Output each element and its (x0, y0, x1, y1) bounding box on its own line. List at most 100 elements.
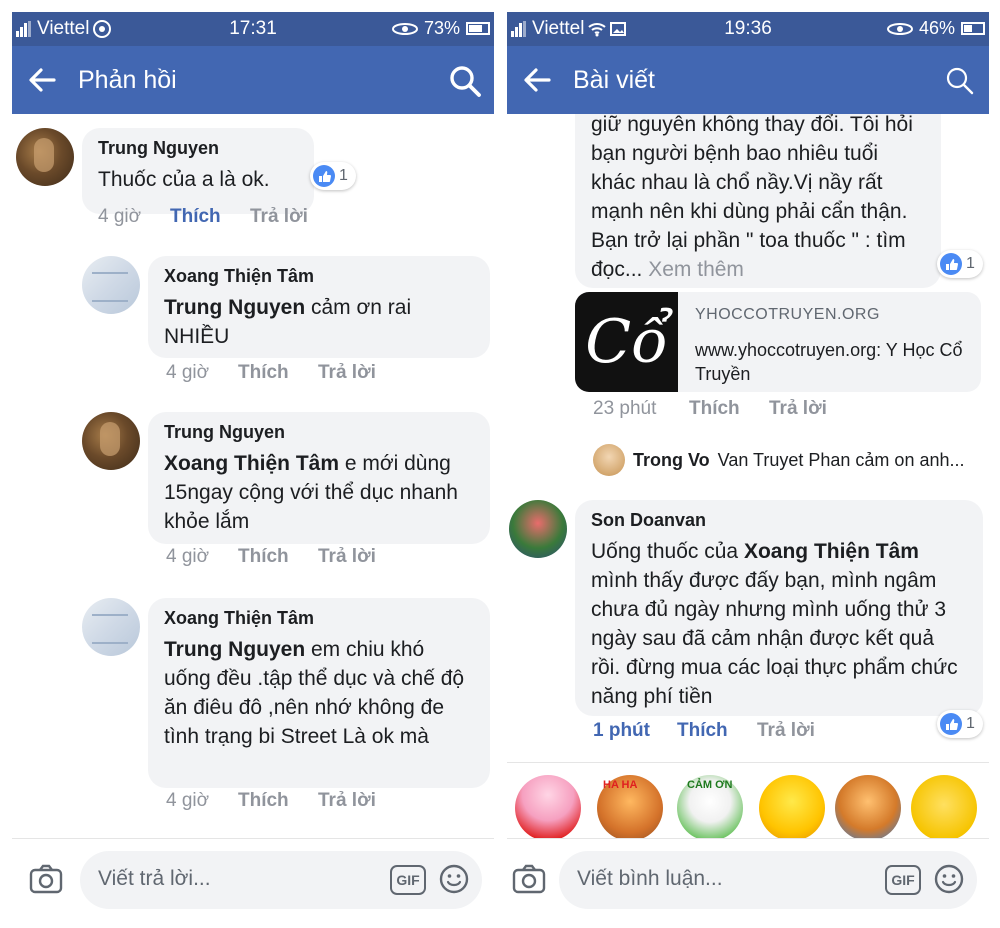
reply-button[interactable]: Trả lời (769, 398, 827, 420)
link-title: www.yhoccotruyen.org: Y Học Cổ Truyền (695, 340, 963, 384)
comment-time: 4 giờ (166, 362, 210, 383)
camera-icon[interactable] (28, 861, 64, 897)
search-icon[interactable] (448, 64, 482, 98)
link-thumbnail: Cổ (575, 292, 678, 392)
avatar[interactable] (509, 500, 567, 558)
reply-button[interactable]: Trả lời (318, 546, 376, 568)
mention-link[interactable]: Trung Nguyen (164, 638, 305, 661)
comment-bubble[interactable]: Xoang Thiện Tâm Trung Nguyen cảm ơn rai … (148, 256, 490, 358)
comment-actions: 4 giờ Thích Trả lời (166, 362, 376, 384)
comment-time: 4 giờ (98, 206, 142, 227)
app-bar: Phản hồi (12, 46, 494, 114)
page-title: Phản hồi (78, 66, 177, 94)
comment-author[interactable]: Trung Nguyen (98, 138, 298, 159)
eye-icon (391, 22, 418, 35)
sticker-haha-dog[interactable]: HA HA (597, 775, 663, 841)
sticker-love-chick[interactable] (759, 775, 825, 841)
comment-time: 1 phút (593, 720, 650, 741)
mention-link[interactable]: Xoang Thiện Tâm (744, 540, 919, 563)
comment-time: 4 giờ (166, 790, 210, 811)
sticker-thumbs-dog[interactable] (835, 775, 901, 841)
battery-icon (466, 22, 490, 35)
sticker-cam-on[interactable]: CẢM ƠN (677, 775, 743, 841)
reply-button[interactable]: Trả lời (318, 790, 376, 812)
arrow-left-icon[interactable] (521, 64, 553, 96)
comment-actions: 1 phút Thích Trả lời (593, 720, 815, 742)
gif-button[interactable]: GIF (390, 865, 426, 895)
avatar[interactable] (82, 412, 140, 470)
avatar[interactable] (82, 256, 140, 314)
like-button[interactable]: Thích (677, 720, 757, 742)
battery-icon (961, 22, 985, 35)
camera-icon[interactable] (511, 861, 547, 897)
thumbs-up-icon (313, 165, 335, 187)
avatar[interactable] (16, 128, 74, 186)
post-text: giữ nguyên không thay đổi. Tôi hỏi bạn n… (591, 114, 913, 281)
link-preview-card[interactable]: Cổ YHOCCOTRUYEN.ORG www.yhoccotruyen.org… (575, 292, 981, 392)
comment-author[interactable]: Son Doanvan (591, 510, 967, 531)
reply-input[interactable]: Viết trả lời... GIF (80, 851, 482, 909)
battery-percent: 73% (423, 18, 460, 38)
like-button[interactable]: Thích (238, 362, 318, 384)
replies-list: Trung Nguyen Thuốc của a là ok. 1 4 giờ … (12, 114, 494, 838)
link-domain: YHOCCOTRUYEN.ORG (695, 306, 880, 323)
like-button[interactable]: Thích (170, 206, 250, 228)
arrow-left-icon[interactable] (26, 64, 58, 96)
reply-author[interactable]: Trong Vo (633, 450, 710, 471)
comment-bubble[interactable]: Xoang Thiện Tâm Trung Nguyen em chiu khó… (148, 598, 490, 788)
post-thread: giữ nguyên không thay đổi. Tôi hỏi bạn n… (507, 114, 989, 838)
post-actions: 23 phút Thích Trả lời (593, 398, 827, 420)
post-time: 23 phút (593, 398, 657, 419)
like-button[interactable]: Thích (689, 398, 769, 420)
sticker-tray: HA HA CẢM ƠN (507, 762, 989, 850)
reaction-count[interactable]: 1 (310, 162, 356, 190)
thumbs-up-icon (940, 713, 962, 735)
comment-bubble[interactable]: Son Doanvan Uống thuốc của Xoang Thiện T… (575, 500, 983, 716)
reply-button[interactable]: Trả lời (250, 206, 308, 228)
thumbs-up-icon (940, 253, 962, 275)
smiley-icon[interactable] (438, 863, 470, 895)
comment-time: 4 giờ (166, 546, 210, 567)
eye-icon (886, 22, 913, 35)
like-button[interactable]: Thích (238, 546, 318, 568)
right-screen: Viettel 19:36 46% Bài viết giữ nguyên kh… (507, 0, 989, 928)
mention-link[interactable]: Trung Nguyen (164, 296, 305, 319)
comment-author[interactable]: Xoang Thiện Tâm (164, 266, 474, 287)
like-button[interactable]: Thích (238, 790, 318, 812)
post-bubble[interactable]: giữ nguyên không thay đổi. Tôi hỏi bạn n… (575, 114, 941, 288)
reply-button[interactable]: Trả lời (318, 362, 376, 384)
comment-composer: Viết bình luận... GIF (507, 838, 989, 928)
comment-text: Thuốc của a là ok. (98, 168, 270, 191)
comment-placeholder: Viết bình luận... (577, 867, 723, 890)
reaction-count[interactable]: 1 (937, 710, 983, 738)
reply-composer: Viết trả lời... GIF (12, 838, 494, 928)
mention-link[interactable]: Xoang Thiện Tâm (164, 452, 339, 475)
reply-text: Van Truyet Phan cảm on anh... (717, 449, 965, 470)
app-bar: Bài viết (507, 46, 989, 114)
reply-placeholder: Viết trả lời... (98, 867, 211, 890)
smiley-icon[interactable] (933, 863, 965, 895)
avatar[interactable] (82, 598, 140, 656)
reaction-number: 1 (966, 715, 975, 732)
gif-button[interactable]: GIF (885, 865, 921, 895)
status-bar: Viettel 19:36 46% (507, 12, 989, 46)
comment-text: Xoang Thiện Tâm e mới dùng 15ngay cộng v… (164, 452, 458, 533)
sticker-laughing-face[interactable] (911, 775, 977, 841)
search-icon[interactable] (943, 64, 977, 98)
comment-bubble[interactable]: Trung Nguyen Xoang Thiện Tâm e mới dùng … (148, 412, 490, 544)
comment-input[interactable]: Viết bình luận... GIF (559, 851, 977, 909)
page-title: Bài viết (573, 66, 655, 94)
comment-actions: 4 giờ Thích Trả lời (166, 546, 376, 568)
sticker-heart-girl[interactable] (515, 775, 581, 841)
comment-text: Trung Nguyen cảm ơn rai NHIỀU (164, 296, 412, 348)
reaction-number: 1 (339, 167, 348, 184)
reaction-count[interactable]: 1 (937, 250, 983, 278)
reply-preview[interactable]: Trong Vo Van Truyet Phan cảm on anh... (593, 444, 965, 476)
reply-button[interactable]: Trả lời (757, 720, 815, 742)
see-more-link[interactable]: Xem thêm (648, 258, 744, 281)
comment-author[interactable]: Xoang Thiện Tâm (164, 608, 474, 629)
comment-bubble[interactable]: Trung Nguyen Thuốc của a là ok. (82, 128, 314, 214)
comment-actions: 4 giờ Thích Trả lời (98, 206, 308, 228)
avatar (593, 444, 625, 476)
comment-author[interactable]: Trung Nguyen (164, 422, 474, 443)
